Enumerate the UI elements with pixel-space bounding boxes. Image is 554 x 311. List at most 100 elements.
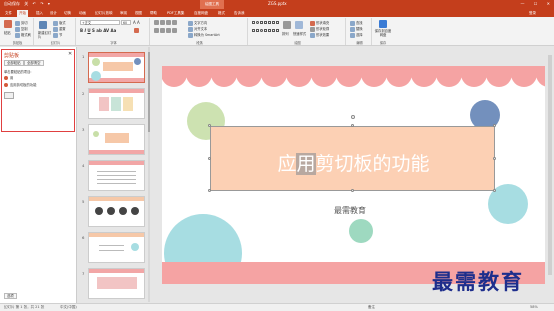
find-button[interactable]: 查找: [350, 20, 363, 26]
copy-button[interactable]: 复制: [15, 26, 28, 32]
quick-styles-button[interactable]: [295, 21, 304, 29]
title-placeholder[interactable]: 应用剪切板的功能: [210, 126, 495, 191]
slide-thumbnail-2[interactable]: [88, 88, 145, 119]
slide-thumbnail-7[interactable]: [88, 268, 145, 299]
resize-handle[interactable]: [208, 189, 211, 192]
shape-outline-button[interactable]: 形状轮廓: [310, 26, 329, 32]
tab-baidu-netdisk[interactable]: 百度网盘: [192, 10, 210, 17]
login-link[interactable]: 登录: [529, 10, 536, 17]
clipboard-item[interactable]: 应用剪切板的功能: [4, 82, 36, 87]
indent-icon: [166, 20, 171, 25]
text-direction-button[interactable]: 文字方向: [188, 20, 207, 26]
minimize-icon[interactable]: —: [520, 1, 524, 6]
status-bar: 幻灯片 第 1 张，共 21 张 中文(中国) 备注 58%: [0, 303, 554, 311]
format-painter-button[interactable]: 格式刷: [15, 32, 31, 38]
font-name-select[interactable]: +正文: [80, 20, 120, 25]
undo-icon[interactable]: ↶: [33, 1, 36, 6]
slide-subtitle[interactable]: 最需教育: [334, 205, 366, 216]
list-buttons[interactable]: [154, 20, 178, 25]
customize-qat-icon[interactable]: ▾: [48, 1, 50, 6]
align-buttons[interactable]: [154, 28, 178, 33]
section-button[interactable]: 节: [53, 32, 62, 38]
zoom-level[interactable]: 58%: [530, 305, 538, 309]
font-color-button[interactable]: [134, 28, 140, 33]
resize-handle[interactable]: [208, 157, 211, 160]
close-icon[interactable]: ✕: [547, 1, 550, 6]
align-text-icon: [188, 26, 193, 32]
reset-button[interactable]: 重置: [53, 26, 66, 32]
font-style-buttons[interactable]: B I U S ab AV Aa: [80, 28, 116, 33]
tab-design[interactable]: 设计: [48, 10, 59, 17]
slide-canvas[interactable]: 应用剪切板的功能 最需教育: [162, 66, 545, 284]
reset-label: 重置: [59, 27, 66, 31]
clipboard-group: 粘贴 剪切 复制 格式刷 剪贴板: [2, 18, 34, 45]
select-button[interactable]: 选择: [350, 32, 363, 38]
clear-all-button[interactable]: 全部清空: [24, 60, 44, 66]
resize-handle[interactable]: [351, 189, 354, 192]
arrange-button[interactable]: [283, 21, 292, 29]
window-controls[interactable]: — ☐ ✕: [512, 1, 550, 6]
tab-review[interactable]: 审阅: [118, 10, 129, 17]
paste-button[interactable]: [4, 20, 13, 28]
autosave-toggle[interactable]: 关: [24, 1, 28, 6]
align-left-icon: [154, 28, 159, 33]
cloud-save-icon: [379, 20, 387, 28]
drawing-group: 排列 快速样式 形状填充 形状轮廓 形状效果 绘图: [250, 18, 346, 45]
slide-thumbnail-1[interactable]: [88, 52, 145, 83]
layout-button[interactable]: 版式: [53, 20, 66, 26]
slide-thumbnail-5[interactable]: [88, 196, 145, 227]
language-indicator[interactable]: 中文(中国): [60, 305, 77, 310]
shape-effects-button[interactable]: 形状效果: [310, 32, 329, 38]
selected-text[interactable]: 用: [296, 153, 316, 175]
tab-insert[interactable]: 插入: [34, 10, 45, 17]
resize-handle[interactable]: [493, 189, 496, 192]
paste-all-button[interactable]: 全部粘贴: [4, 60, 24, 66]
tab-tell-me[interactable]: 告诉我: [232, 10, 247, 17]
slide-thumbnail-4[interactable]: [88, 160, 145, 191]
tab-file[interactable]: 文件: [3, 10, 14, 17]
tab-slideshow[interactable]: 幻灯片放映: [93, 10, 115, 17]
rotate-handle[interactable]: [351, 115, 355, 119]
quick-access-toolbar[interactable]: 自动保存 关 ↶ ↷ ▾: [4, 1, 53, 7]
shapes-gallery[interactable]: [252, 21, 280, 35]
clipboard-item[interactable]: 用: [4, 75, 13, 80]
slide-thumbnail-3[interactable]: [88, 124, 145, 155]
resize-handle[interactable]: [493, 124, 496, 127]
tab-pdf-tools[interactable]: PDF工具集: [165, 10, 186, 17]
smartart-button[interactable]: 转换为 SmartArt: [188, 32, 220, 38]
new-slide-button[interactable]: [39, 21, 48, 29]
align-text-button[interactable]: 对齐文本: [188, 26, 207, 32]
slide-scrollbar[interactable]: [547, 47, 553, 302]
line-spacing-icon: [172, 20, 177, 25]
slide-title[interactable]: 应用剪切板的功能: [211, 149, 496, 176]
tab-home[interactable]: 开始: [17, 10, 28, 17]
cut-button[interactable]: 剪切: [15, 20, 28, 26]
tab-help[interactable]: 帮助: [148, 10, 159, 17]
close-icon[interactable]: ✕: [68, 51, 72, 57]
font-size-select[interactable]: 60: [121, 20, 131, 25]
redo-icon[interactable]: ↷: [40, 1, 43, 6]
clipboard-image-item[interactable]: [4, 92, 14, 99]
grow-shrink-font-buttons[interactable]: A A: [133, 20, 140, 25]
layout-icon: [53, 20, 58, 26]
clipboard-pane-title: 剪贴板: [4, 53, 20, 59]
notes-button[interactable]: 备注: [368, 305, 375, 310]
resize-handle[interactable]: [351, 124, 354, 127]
maximize-icon[interactable]: ☐: [534, 1, 538, 6]
clipboard-options-button[interactable]: 选项: [4, 293, 17, 299]
thumbnails-scrollbar[interactable]: [148, 47, 150, 302]
resize-handle[interactable]: [208, 124, 211, 127]
tab-transitions[interactable]: 切换: [62, 10, 73, 17]
shape-effects-label: 形状效果: [316, 33, 330, 37]
save-netdisk-label: 保存到百度网盘: [374, 29, 392, 37]
clipboard-group-label[interactable]: 剪贴板: [2, 40, 33, 45]
format-painter-label: 格式刷: [21, 33, 31, 37]
tab-animations[interactable]: 动画: [77, 10, 88, 17]
tab-view[interactable]: 视图: [133, 10, 144, 17]
resize-handle[interactable]: [493, 157, 496, 160]
slide-thumbnail-6[interactable]: [88, 232, 145, 263]
tab-format[interactable]: 格式: [216, 10, 227, 17]
replace-button[interactable]: 替换: [350, 26, 363, 32]
save-netdisk-button[interactable]: [379, 20, 388, 28]
shape-fill-button[interactable]: 形状填充: [310, 20, 329, 26]
